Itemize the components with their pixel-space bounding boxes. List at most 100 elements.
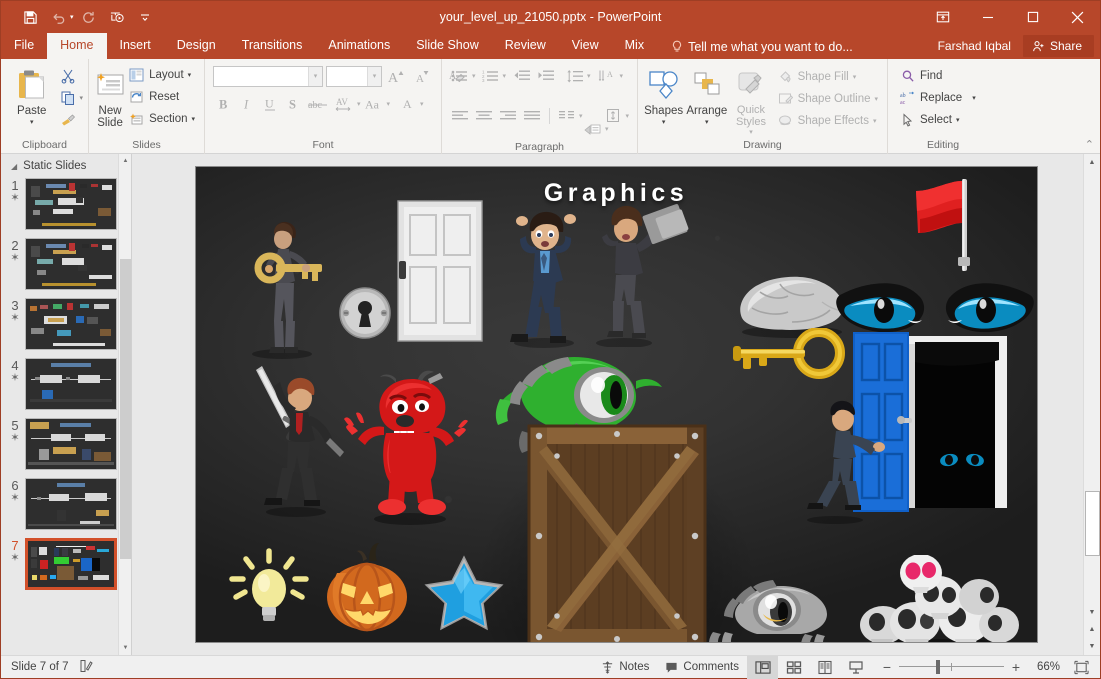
align-text-button[interactable]: [602, 105, 626, 127]
thumbnail-image[interactable]: [25, 478, 117, 530]
slider-handle[interactable]: [936, 660, 940, 674]
find-button[interactable]: Find: [897, 65, 980, 87]
scroll-track[interactable]: [1084, 171, 1100, 604]
collapse-ribbon-button[interactable]: ⌃: [1085, 138, 1094, 151]
tab-mix[interactable]: Mix: [612, 33, 657, 59]
jack-o-lantern[interactable]: [321, 543, 413, 633]
shape-fill-button[interactable]: Shape Fill ▾: [775, 66, 882, 88]
thumbnail-image[interactable]: [25, 358, 117, 410]
change-case-button[interactable]: Aa: [362, 93, 386, 115]
bullets-dropdown-icon[interactable]: ▾: [472, 73, 476, 80]
align-right-button[interactable]: [496, 105, 520, 127]
underline-button[interactable]: U: [259, 93, 281, 115]
format-painter-button[interactable]: [57, 109, 79, 131]
shape-effects-dropdown-icon[interactable]: ▾: [873, 118, 877, 125]
reading-view-button[interactable]: [809, 656, 840, 679]
zoom-out-button[interactable]: −: [881, 659, 893, 675]
section-button[interactable]: Section ▾: [126, 108, 199, 130]
numbering-button[interactable]: 123: [479, 65, 503, 87]
font-name-dropdown-icon[interactable]: ▾: [308, 67, 322, 86]
scroll-up-icon[interactable]: ▲: [1084, 154, 1100, 171]
shapes-button[interactable]: Shapes ▾: [643, 63, 684, 126]
quick-styles-button[interactable]: Quick Styles ▾: [729, 63, 772, 136]
woman-with-hammer[interactable]: [576, 197, 696, 347]
quick-styles-dropdown-icon[interactable]: ▾: [749, 129, 753, 136]
scroll-up-icon[interactable]: ▲: [119, 154, 132, 168]
scroll-thumb[interactable]: [120, 259, 131, 559]
keyhole[interactable]: [336, 285, 394, 341]
share-button[interactable]: Share: [1023, 35, 1094, 57]
font-color-dropdown-icon[interactable]: ▾: [420, 101, 424, 108]
zoom-level[interactable]: 66%: [1028, 661, 1060, 673]
section-header[interactable]: ◢ Static Slides: [1, 154, 131, 176]
light-bulb[interactable]: [224, 545, 314, 627]
text-shadow-button[interactable]: S: [282, 93, 304, 115]
tell-me-search[interactable]: Tell me what you want to do...: [657, 36, 863, 59]
minimize-icon[interactable]: [965, 1, 1010, 33]
customize-qat-icon[interactable]: [132, 5, 158, 29]
tab-file[interactable]: File: [1, 33, 47, 59]
thumbnail-image[interactable]: [25, 238, 117, 290]
save-icon[interactable]: [17, 5, 43, 29]
thumbnail-item[interactable]: 4✶: [1, 358, 131, 410]
shape-fill-dropdown-icon[interactable]: ▾: [853, 74, 857, 81]
select-dropdown-icon[interactable]: ▾: [956, 117, 960, 124]
wooden-crate[interactable]: [527, 424, 707, 643]
slide-panel-scrollbar[interactable]: ▲ ▼: [118, 154, 131, 655]
thumbnail-item[interactable]: 1✶: [1, 178, 131, 230]
slide-show-view-button[interactable]: [840, 656, 871, 679]
line-spacing-dropdown-icon[interactable]: ▾: [587, 73, 591, 80]
thumbnail-item[interactable]: 3✶: [1, 298, 131, 350]
woman-with-gold-key[interactable]: [224, 211, 344, 361]
font-name-combo[interactable]: ▾: [213, 66, 323, 87]
character-spacing-button[interactable]: AV: [332, 93, 356, 115]
skull-pile[interactable]: [859, 555, 1019, 643]
font-size-dropdown-icon[interactable]: ▾: [367, 67, 381, 86]
arrange-button[interactable]: Arrange ▾: [684, 63, 729, 126]
reset-button[interactable]: Reset: [126, 86, 199, 108]
slide-sorter-view-button[interactable]: [778, 656, 809, 679]
shape-effects-button[interactable]: Shape Effects ▾: [775, 110, 882, 132]
accessibility-icon[interactable]: [79, 659, 93, 676]
close-icon[interactable]: [1055, 1, 1100, 33]
justify-button[interactable]: [520, 105, 544, 127]
account-user-name[interactable]: Farshad Iqbal: [926, 36, 1023, 56]
slide-vertical-scrollbar[interactable]: ▲ ▼ ▲ ▼: [1083, 154, 1100, 655]
thumbnail-item[interactable]: 7✶: [1, 538, 131, 590]
slide-edit-area[interactable]: Graphics: [132, 154, 1100, 655]
tab-animations[interactable]: Animations: [315, 33, 403, 59]
shape-outline-dropdown-icon[interactable]: ▾: [874, 96, 878, 103]
layout-dropdown-icon[interactable]: ▾: [188, 72, 192, 79]
thumbnail-image[interactable]: [25, 418, 117, 470]
slideshow-icon[interactable]: [104, 5, 130, 29]
replace-button[interactable]: abac Replace ▾: [897, 87, 980, 109]
zoom-in-button[interactable]: +: [1010, 659, 1022, 675]
font-color-button[interactable]: A: [397, 93, 419, 115]
gold-key[interactable]: [729, 328, 847, 380]
columns-button[interactable]: [555, 105, 579, 127]
arrange-dropdown-icon[interactable]: ▾: [705, 119, 709, 126]
thumbnail-image-selected[interactable]: [25, 538, 117, 590]
italic-button[interactable]: I: [236, 93, 258, 115]
tab-design[interactable]: Design: [164, 33, 229, 59]
thumbnail-item[interactable]: 6✶: [1, 478, 131, 530]
convert-to-smartart-button[interactable]: [581, 118, 605, 140]
collapse-triangle-icon[interactable]: ◢: [11, 162, 17, 171]
bullets-button[interactable]: [448, 65, 472, 87]
man-with-sword[interactable]: [242, 362, 357, 517]
new-slide-button[interactable]: New Slide: [94, 63, 126, 129]
current-slide[interactable]: Graphics: [195, 166, 1038, 643]
align-text-dropdown-icon[interactable]: ▾: [626, 113, 630, 120]
thumbnail-image[interactable]: [25, 178, 117, 230]
font-size-combo[interactable]: ▾: [326, 66, 382, 87]
man-pushing-door[interactable]: [791, 399, 891, 524]
replace-dropdown-icon[interactable]: ▾: [972, 95, 976, 102]
character-spacing-dropdown-icon[interactable]: ▾: [357, 101, 361, 108]
tab-review[interactable]: Review: [492, 33, 559, 59]
ribbon-options-icon[interactable]: [920, 1, 965, 33]
increase-font-size-button[interactable]: A: [385, 65, 409, 87]
layout-button[interactable]: Layout ▾: [126, 64, 199, 86]
zoom-slider[interactable]: [899, 660, 1004, 674]
thumbnail-image[interactable]: [25, 298, 117, 350]
scroll-down-icon[interactable]: ▼: [119, 641, 132, 655]
